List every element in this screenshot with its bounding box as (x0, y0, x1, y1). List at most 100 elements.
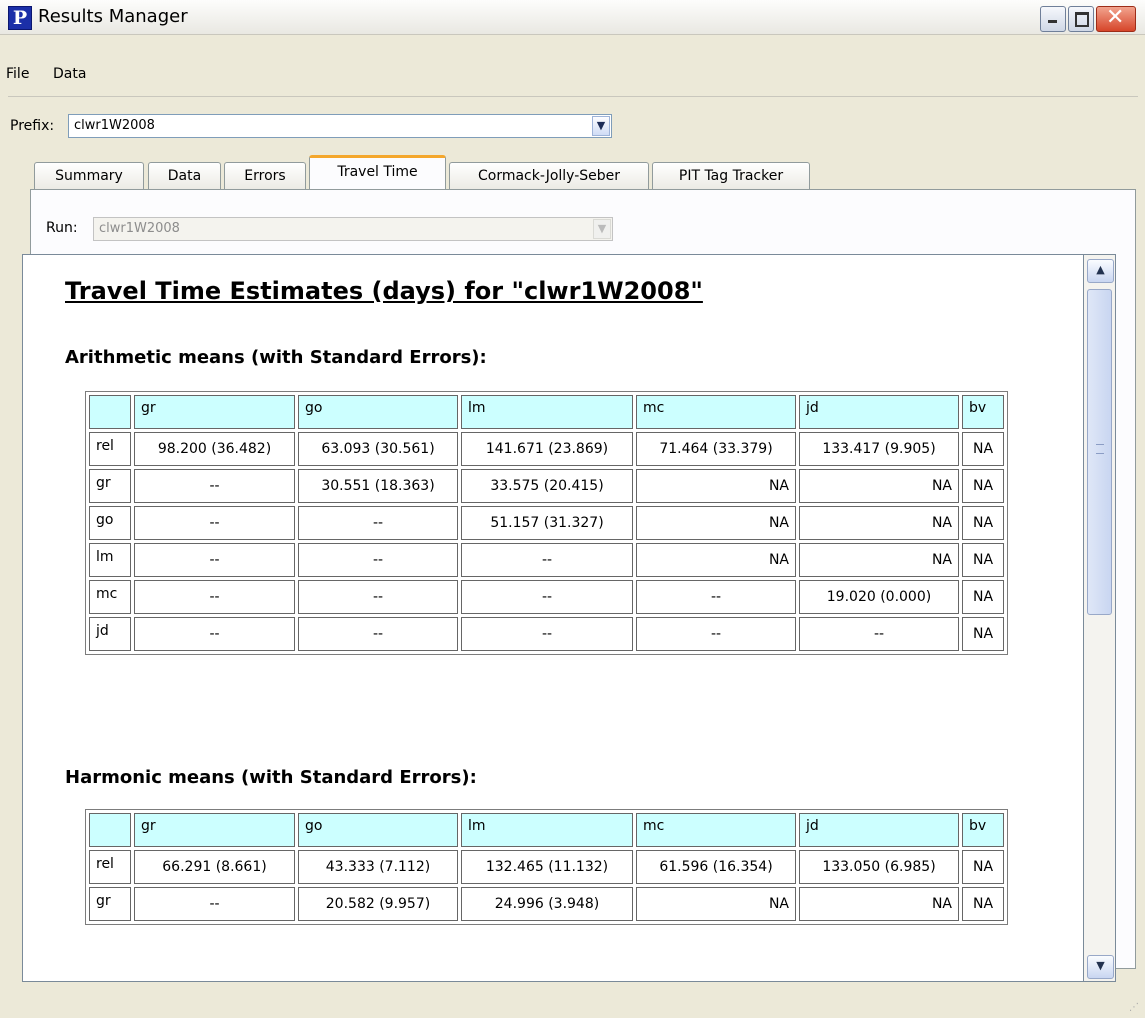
tab-pit-tag-tracker[interactable]: PIT Tag Tracker (652, 162, 810, 189)
column-header: gr (134, 813, 295, 847)
table-cell: -- (134, 580, 295, 614)
table-cell: 133.050 (6.985) (799, 850, 959, 884)
table-cell: NA (962, 580, 1004, 614)
column-header: mc (636, 395, 796, 429)
chevron-down-icon: ▼ (593, 219, 611, 239)
chevron-down-icon: ▼ (1096, 959, 1105, 972)
table-cell: -- (636, 580, 796, 614)
table-cell: 66.291 (8.661) (134, 850, 295, 884)
table-cell: -- (461, 543, 633, 577)
close-button[interactable]: ✕ (1096, 5, 1136, 32)
table-cell: -- (298, 580, 458, 614)
tab-errors[interactable]: Errors (224, 162, 306, 189)
table-cell: 141.671 (23.869) (461, 432, 633, 466)
maximize-button[interactable] (1068, 6, 1094, 32)
prefix-dropdown[interactable]: clwr1W2008 ▼ (68, 114, 612, 138)
table-cell: 98.200 (36.482) (134, 432, 295, 466)
row-header: gr (89, 887, 131, 921)
title-bar[interactable]: P Results Manager ✕ (0, 0, 1145, 35)
column-header: gr (134, 395, 295, 429)
run-label: Run: (46, 220, 78, 236)
arithmetic-section-title: Arithmetic means (with Standard Errors): (65, 347, 487, 368)
row-header: jd (89, 617, 131, 651)
results-manager-window: P Results Manager ✕ File Data Prefix: cl… (0, 0, 1145, 1018)
window-title: Results Manager (38, 6, 188, 27)
table-row: jd -- -- -- -- -- NA (89, 617, 1004, 651)
chevron-down-icon[interactable]: ▼ (592, 116, 610, 136)
scroll-up-button[interactable]: ▲ (1087, 259, 1114, 283)
table-cell: NA (799, 469, 959, 503)
column-header: go (298, 395, 458, 429)
table-cell: NA (962, 617, 1004, 651)
column-header: jd (799, 813, 959, 847)
row-header: go (89, 506, 131, 540)
prefix-value: clwr1W2008 (74, 118, 155, 133)
table-cell: -- (134, 469, 295, 503)
table-row: rel 66.291 (8.661) 43.333 (7.112) 132.46… (89, 850, 1004, 884)
table-cell: NA (962, 469, 1004, 503)
column-header (89, 395, 131, 429)
table-row: gr -- 30.551 (18.363) 33.575 (20.415) NA… (89, 469, 1004, 503)
table-cell: NA (636, 887, 796, 921)
table-cell: -- (134, 887, 295, 921)
table-cell: 132.465 (11.132) (461, 850, 633, 884)
scrollbar-thumb[interactable] (1087, 289, 1112, 615)
column-header: bv (962, 395, 1004, 429)
arithmetic-means-table: gr go lm mc jd bv rel 98.200 (36.482) 63… (85, 391, 1008, 655)
column-header: jd (799, 395, 959, 429)
table-row: lm -- -- -- NA NA NA (89, 543, 1004, 577)
menu-divider (8, 96, 1138, 97)
table-cell: -- (298, 543, 458, 577)
table-cell: 33.575 (20.415) (461, 469, 633, 503)
table-cell: 133.417 (9.905) (799, 432, 959, 466)
harmonic-means-table: gr go lm mc jd bv rel 66.291 (8.661) 43.… (85, 809, 1008, 925)
scroll-down-button[interactable]: ▼ (1087, 955, 1114, 979)
table-cell: 30.551 (18.363) (298, 469, 458, 503)
chevron-up-icon: ▲ (1096, 263, 1105, 276)
vertical-scrollbar[interactable]: ▲ ▼ (1084, 254, 1116, 982)
table-cell: NA (636, 506, 796, 540)
harmonic-section-title: Harmonic means (with Standard Errors): (65, 767, 477, 788)
table-cell: NA (962, 850, 1004, 884)
table-header-row: gr go lm mc jd bv (89, 813, 1004, 847)
table-cell: NA (799, 887, 959, 921)
row-header: lm (89, 543, 131, 577)
table-cell: -- (134, 543, 295, 577)
grip-icon (1096, 444, 1104, 454)
table-cell: 71.464 (33.379) (636, 432, 796, 466)
table-cell: 24.996 (3.948) (461, 887, 633, 921)
tab-cormack-jolly-seber[interactable]: Cormack-Jolly-Seber (449, 162, 649, 189)
table-cell: 61.596 (16.354) (636, 850, 796, 884)
table-cell: -- (134, 617, 295, 651)
table-row: rel 98.200 (36.482) 63.093 (30.561) 141.… (89, 432, 1004, 466)
table-cell: 63.093 (30.561) (298, 432, 458, 466)
menu-file[interactable]: File (6, 66, 29, 82)
table-header-row: gr go lm mc jd bv (89, 395, 1004, 429)
table-cell: NA (636, 543, 796, 577)
table-cell: NA (799, 543, 959, 577)
table-cell: -- (636, 617, 796, 651)
table-cell: 19.020 (0.000) (799, 580, 959, 614)
menu-data[interactable]: Data (53, 66, 86, 82)
table-row: mc -- -- -- -- 19.020 (0.000) NA (89, 580, 1004, 614)
table-cell: -- (298, 506, 458, 540)
menu-bar (0, 62, 1145, 92)
run-value: clwr1W2008 (99, 221, 180, 236)
minimize-icon (1048, 20, 1057, 23)
table-row: go -- -- 51.157 (31.327) NA NA NA (89, 506, 1004, 540)
column-header: go (298, 813, 458, 847)
table-cell: -- (461, 580, 633, 614)
tab-data[interactable]: Data (148, 162, 221, 189)
table-cell: 20.582 (9.957) (298, 887, 458, 921)
table-cell: 43.333 (7.112) (298, 850, 458, 884)
resize-grip-icon[interactable]: ⋰ (1129, 1002, 1141, 1014)
column-header: bv (962, 813, 1004, 847)
tab-travel-time[interactable]: Travel Time (309, 155, 446, 190)
table-cell: -- (461, 617, 633, 651)
minimize-button[interactable] (1040, 6, 1066, 32)
column-header: lm (461, 813, 633, 847)
report-view[interactable]: Travel Time Estimates (days) for "clwr1W… (22, 254, 1084, 982)
tab-summary[interactable]: Summary (34, 162, 144, 189)
report-heading: Travel Time Estimates (days) for "clwr1W… (65, 277, 703, 305)
table-cell: NA (962, 506, 1004, 540)
